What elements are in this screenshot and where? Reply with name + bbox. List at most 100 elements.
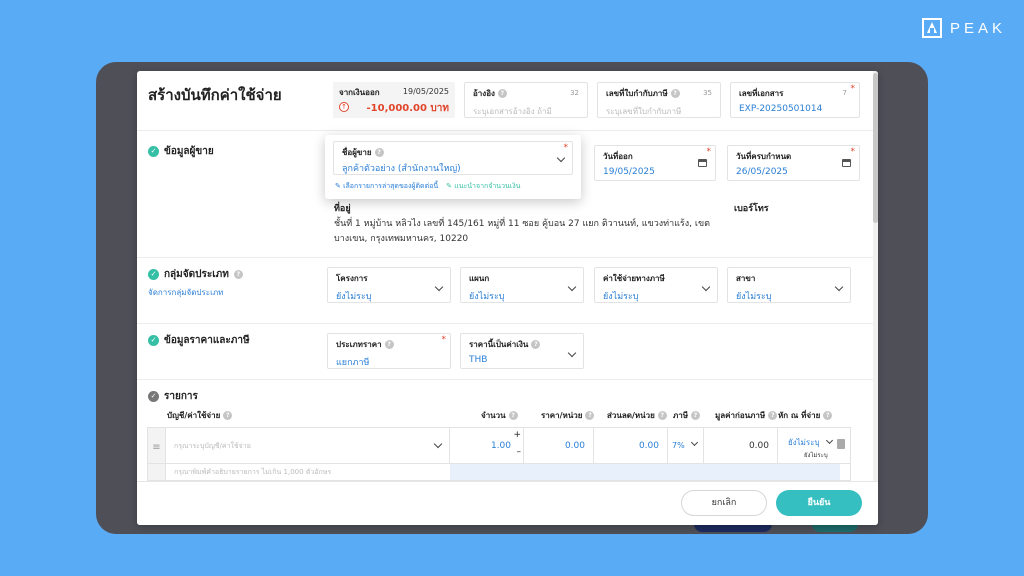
help-icon[interactable]: ? <box>497 89 507 98</box>
help-icon[interactable]: ? <box>384 340 394 349</box>
currency-value: THB <box>469 355 488 365</box>
create-expense-modal: สร้างบันทึกค่าใช้จ่าย จากเงินออก 19/05/2… <box>137 71 878 525</box>
description-highlight <box>450 464 840 480</box>
branch-value: ยังไม่ระบุ <box>736 292 772 302</box>
col-price: ราคา/หน่วย <box>541 411 583 420</box>
help-icon[interactable]: ? <box>374 148 384 157</box>
required-marker: * <box>706 147 712 157</box>
divider <box>137 130 873 131</box>
vendor-name-field[interactable]: ชื่อผู้ขาย? * ลูกค้าตัวอย่าง (สำนักงานให… <box>333 141 573 175</box>
required-marker: * <box>563 143 569 153</box>
chevron-down-icon[interactable] <box>690 438 699 447</box>
check-circle-icon: ✓ <box>148 335 159 346</box>
tax-invoice-placeholder: ระบุเลขที่ใบกำกับภาษี <box>606 107 682 116</box>
branch-label: สาขา <box>736 274 756 283</box>
manage-category-link[interactable]: จัดการกลุ่มจัดประเภท <box>148 286 223 299</box>
currency-select[interactable]: ราคานี้เป็นค่าเงิน? THB <box>460 333 584 369</box>
peak-logo-text: PEAK <box>950 19 1007 37</box>
help-icon[interactable]: ? <box>223 411 233 420</box>
required-marker: * <box>850 147 856 157</box>
address-label: ที่อยู่ <box>334 204 351 214</box>
chevron-down-icon[interactable] <box>825 436 834 445</box>
due-date-field[interactable]: วันที่ครบกำหนด * 26/05/2025 <box>727 145 860 181</box>
description-placeholder[interactable]: กรุณาพิมพ์คำอธิบายรายการ ไม่เกิน 1,000 ต… <box>174 467 331 478</box>
drag-handle-icon[interactable]: ≡ <box>148 428 166 466</box>
price-type-label: ประเภทราคา <box>336 340 382 349</box>
vendor-section-heading: ✓ ข้อมูลผู้ขาย <box>148 144 214 159</box>
check-circle-icon: ✓ <box>148 146 159 157</box>
pretax-value: 0.00 <box>748 441 769 451</box>
items-section-label: รายการ <box>164 391 198 402</box>
tax-invoice-field[interactable]: เลขที่ใบกำกับภาษี? 35 ระบุเลขที่ใบกำกับภ… <box>597 82 721 118</box>
wht-sub-value: ยังไม่ระบุ <box>804 452 828 459</box>
col-wht: หัก ณ ที่จ่าย <box>778 411 821 420</box>
required-marker: * <box>850 84 856 94</box>
department-select[interactable]: แผนก ยังไม่ระบุ <box>460 267 584 303</box>
col-discount: ส่วนลด/หน่วย <box>607 411 655 420</box>
reference-char-count: 32 <box>570 89 579 97</box>
issue-date-field[interactable]: วันที่ออก * 19/05/2025 <box>594 145 716 181</box>
discount-input[interactable]: 0.00 <box>594 428 668 466</box>
phone-label: เบอร์โทร <box>734 204 769 214</box>
confirm-button[interactable]: ยืนยัน <box>776 490 862 516</box>
divider <box>137 379 873 380</box>
vendor-popup: ชื่อผู้ขาย? * ลูกค้าตัวอย่าง (สำนักงานให… <box>325 135 581 199</box>
due-date-value: 26/05/2025 <box>736 167 788 177</box>
help-icon[interactable]: ? <box>768 411 778 420</box>
branch-select[interactable]: สาขา ยังไม่ระบุ <box>727 267 851 303</box>
vendor-section-label: ข้อมูลผู้ขาย <box>164 146 214 157</box>
help-icon[interactable]: ? <box>691 411 701 420</box>
price-type-select[interactable]: ประเภทราคา? * แยกภาษี <box>327 333 451 369</box>
cancel-button[interactable]: ยกเลิก <box>681 490 767 516</box>
tax-expense-select[interactable]: ค่าใช้จ่ายทางภาษี ยังไม่ระบุ <box>594 267 718 303</box>
scroll-thumb[interactable] <box>873 73 878 223</box>
help-icon[interactable]: ? <box>657 411 667 420</box>
decrease-qty-button[interactable]: – <box>517 447 522 457</box>
address-text: ชั้นที่ 1 หมู่บ้าน หลิวไง เลขที่ 145/161… <box>334 219 710 244</box>
vat-value: 7% <box>672 441 685 450</box>
increase-qty-button[interactable]: + <box>513 430 521 440</box>
account-select[interactable]: กรุณาระบุบัญชี/ค่าใช้จ่าย <box>166 428 450 466</box>
help-icon[interactable]: ? <box>823 411 833 420</box>
wht-select[interactable]: ยังไม่ระบุ ยังไม่ระบุ <box>778 428 836 466</box>
chevron-down-icon[interactable] <box>433 439 443 449</box>
modal-title: สร้างบันทึกค่าใช้จ่าย <box>148 86 282 104</box>
document-number-field[interactable]: เลขที่เอกสาร 7 * EXP-20250501014 <box>730 82 860 118</box>
col-account: บัญชี/ค่าใช้จ่าย <box>167 411 221 420</box>
description-row: กรุณาพิมพ์คำอธิบายรายการ ไม่เกิน 1,000 ต… <box>147 463 851 481</box>
choose-recent-link[interactable]: ✎ เลือกรายการล่าสุดของผู้ติดต่อนี้ <box>335 181 438 192</box>
col-pretax: มูลค่าก่อนภาษี <box>715 411 766 420</box>
help-icon[interactable]: ? <box>531 340 541 349</box>
calendar-icon[interactable] <box>842 159 851 167</box>
qty-input[interactable]: 1.00 + – <box>450 428 524 466</box>
help-icon[interactable]: ? <box>508 411 518 420</box>
calendar-icon[interactable] <box>698 159 707 167</box>
help-icon[interactable]: ? <box>233 270 243 279</box>
price-input[interactable]: 0.00 <box>524 428 594 466</box>
modal-scrollbar[interactable] <box>873 71 878 481</box>
pricing-section-label: ข้อมูลราคาและภาษี <box>164 335 250 346</box>
vendor-name-value: ลูกค้าตัวอย่าง (สำนักงานใหญ่) <box>342 164 461 174</box>
col-qty: จำนวน <box>481 411 506 420</box>
vendor-name-label: ชื่อผู้ขาย <box>342 148 372 157</box>
tax-invoice-label: เลขที่ใบกำกับภาษี <box>606 89 668 98</box>
pretax-value-cell: 0.00 <box>704 428 778 466</box>
recommend-by-amount-link[interactable]: ✎ แนะนำจากจำนวนเงิน <box>446 181 520 192</box>
tax-invoice-char-count: 35 <box>703 89 712 97</box>
required-marker: * <box>441 335 447 345</box>
help-icon[interactable]: ? <box>670 89 680 98</box>
reference-field[interactable]: อ้างอิง? 32 ระบุเอกสารอ้างอิง ถ้ามี <box>464 82 588 118</box>
project-select[interactable]: โครงการ ยังไม่ระบุ <box>327 267 451 303</box>
vat-select[interactable]: 7% <box>668 428 704 466</box>
reference-placeholder: ระบุเอกสารอ้างอิง ถ้ามี <box>473 107 552 116</box>
price-type-value: แยกภาษี <box>336 358 370 368</box>
trash-icon[interactable] <box>837 439 845 449</box>
department-value: ยังไม่ระบุ <box>469 292 505 302</box>
payment-amount: -10,000.00 บาท <box>366 103 450 114</box>
modal-footer: ยกเลิก ยืนยัน <box>137 481 878 525</box>
help-icon[interactable]: ? <box>585 411 595 420</box>
items-section-heading: ✓ รายการ <box>148 389 198 404</box>
payment-date: 19/05/2025 <box>402 87 449 96</box>
check-circle-icon: ✓ <box>148 391 159 402</box>
issue-date-value: 19/05/2025 <box>603 167 655 177</box>
